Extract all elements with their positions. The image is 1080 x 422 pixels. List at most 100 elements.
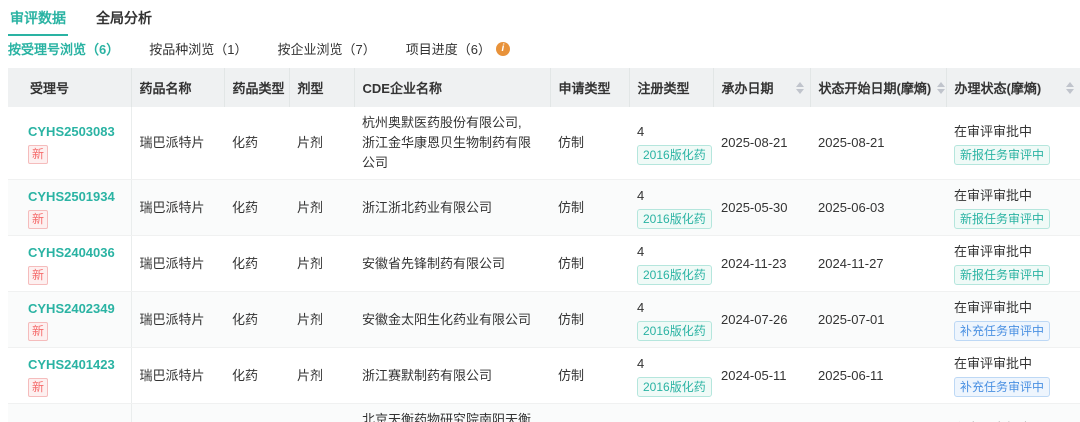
drug-name-cell: 瑞巴派特片 — [131, 235, 224, 292]
dosage-form-cell: 片剂 — [289, 235, 354, 292]
processing-status-badge: 补充任务审评中 — [954, 321, 1051, 341]
col-header-registration-type: 注册类型 — [629, 68, 714, 107]
acceptance-date-cell: 2025-05-30 — [713, 179, 810, 236]
col-header-dosage-form: 剂型 — [289, 68, 355, 107]
acceptance-date-cell: 2024-03-06 — [713, 403, 810, 422]
processing-status-badge: 新报任务审评中 — [954, 265, 1051, 285]
table-row: CYHS2401423 新瑞巴派特片 化药 片剂 浙江赛默制药有限公司 仿制 4 2016版化… — [8, 347, 1080, 404]
application-type-cell: 仿制 — [550, 403, 629, 422]
drug-name-cell: 瑞巴派特片 — [131, 107, 224, 180]
drug-type-cell: 化药 — [224, 403, 289, 422]
top-tabs: 审评数据 全局分析 — [0, 0, 1080, 36]
review-table: 受理号 药品名称 药品类型 剂型 CDE企业名称 申请类型 注册类型 承办日期 … — [8, 68, 1080, 422]
processing-status-badge: 新报任务审评中 — [954, 144, 1051, 165]
application-type-cell: 仿制 — [550, 347, 629, 404]
col-header-drug-name: 药品名称 — [131, 68, 225, 107]
registration-version-badge: 2016版化药 — [637, 321, 712, 341]
status-start-date-cell: 2025-07-01 — [810, 291, 946, 348]
new-badge: 新 — [28, 209, 49, 229]
table-row: CYHS2402349 新瑞巴派特片 化药 片剂 安徽金太阳生化药业有限公司 仿制 4 201… — [8, 291, 1080, 348]
table-header-row: 受理号 药品名称 药品类型 剂型 CDE企业名称 申请类型 注册类型 承办日期 … — [8, 68, 1080, 107]
acceptance-no-link[interactable]: CYHS2402349 — [28, 299, 115, 319]
drug-type-cell: 化药 — [224, 291, 289, 348]
status-start-date-cell: 2025-06-03 — [810, 179, 946, 236]
registration-type-cell: 42016版化药 — [629, 347, 713, 404]
cde-company-cell: 杭州奥默医药股份有限公司, 浙江金华康恩贝生物制药有限公司 — [354, 107, 550, 180]
application-type-cell: 仿制 — [550, 179, 629, 236]
registration-type-value: 4 — [637, 356, 645, 371]
col-header-processing-status: 办理状态(摩熵) — [946, 68, 1080, 107]
acceptance-no-cell: CYHS2404036 新 — [8, 235, 132, 292]
col-header-application-type: 申请类型 — [550, 68, 630, 107]
registration-type-value: 4 — [637, 300, 645, 315]
browse-subtabs: 按受理号浏览（6） 按品种浏览（1） 按企业浏览（7） 项目进度（6） i — [0, 30, 1080, 68]
processing-status-text: 在审评审批中 — [954, 244, 1033, 259]
new-badge: 新 — [28, 145, 49, 164]
registration-type-cell: 4 2016版化药 — [629, 291, 713, 348]
application-type-cell: 仿制 — [550, 235, 629, 292]
drug-type-cell: 化药 — [224, 347, 289, 404]
acceptance-no-link[interactable]: CYHS2503083 — [28, 122, 115, 142]
subtab-project-progress[interactable]: 项目进度（6） i — [406, 39, 510, 58]
processing-status-cell: 在审评审批中补充任务审评完成 — [946, 403, 1080, 422]
registration-type-value: 4 — [637, 244, 645, 259]
dosage-form-cell: 片剂 — [289, 179, 354, 236]
col-header-status-start-date: 状态开始日期(摩熵) — [810, 68, 947, 107]
application-type-cell: 仿制 — [550, 107, 629, 180]
acceptance-no-link[interactable]: CYHS2501934 — [28, 187, 115, 207]
registration-type-cell: 4 2016版化药 — [629, 107, 713, 180]
new-badge: 新 — [28, 377, 49, 397]
acceptance-no-link[interactable]: CYHS2401423 — [28, 355, 115, 375]
acceptance-date-cell: 2025-08-21 — [713, 107, 810, 180]
subtab-by-company[interactable]: 按企业浏览（7） — [277, 39, 375, 58]
processing-status-text: 在审评审批中 — [954, 123, 1033, 139]
dosage-form-cell: 片剂 — [289, 107, 354, 180]
processing-status-cell: 在审评审批中新报任务审评中 — [946, 179, 1080, 236]
drug-name-cell: 瑞巴派特片 — [131, 347, 224, 404]
registration-version-badge: 2016版化药 — [637, 209, 712, 229]
status-start-date-cell: 2024-11-27 — [810, 235, 946, 292]
sort-icon[interactable] — [1065, 81, 1074, 94]
status-start-date-cell: 2025-08-19 — [810, 403, 946, 422]
processing-status-cell: 在审评审批中补充任务审评中 — [946, 291, 1080, 348]
acceptance-no-cell: CYHS2402349 新 — [8, 291, 132, 348]
processing-status-text: 在审评审批中 — [954, 356, 1033, 371]
col-header-acceptance-date: 承办日期 — [713, 68, 811, 107]
info-icon[interactable]: i — [495, 41, 510, 56]
cde-company-cell: 浙江浙北药业有限公司 — [354, 179, 550, 236]
table-row: CYHS2503083 新 瑞巴派特片 化药 片剂 杭州奥默医药股份有限公司, 浙江金华康… — [8, 107, 1080, 180]
drug-type-cell: 化药 — [224, 235, 289, 292]
acceptance-no-cell: CYHS2400779新 — [8, 403, 132, 422]
registration-type-cell: 42016版化药 — [629, 235, 713, 292]
registration-type-cell: 42016版化药 — [629, 403, 713, 422]
cde-company-cell: 浙江赛默制药有限公司 — [354, 347, 550, 404]
registration-type-value: 4 — [637, 123, 645, 139]
acceptance-no-cell: CYHS2401423 新 — [8, 347, 132, 404]
acceptance-no-cell: CYHS2503083 新 — [8, 107, 132, 180]
tab-review-data[interactable]: 审评数据 — [8, 6, 68, 36]
tab-global-analysis[interactable]: 全局分析 — [94, 6, 154, 36]
registration-version-badge: 2016版化药 — [637, 144, 712, 165]
processing-status-badge: 新报任务审评中 — [954, 209, 1051, 229]
new-badge: 新 — [28, 265, 49, 285]
dosage-form-cell: 片剂 — [289, 347, 354, 404]
acceptance-date-cell: 2024-11-23 — [713, 235, 810, 292]
subtab-project-progress-label: 项目进度（6） — [405, 42, 491, 57]
col-header-acceptance-no: 受理号 — [8, 68, 132, 107]
registration-type-cell: 42016版化药 — [629, 179, 713, 236]
processing-status-badge: 补充任务审评中 — [954, 377, 1051, 397]
processing-status-text: 在审评审批中 — [954, 300, 1033, 315]
dosage-form-cell: 片剂 — [289, 291, 354, 348]
subtab-by-acceptance-no[interactable]: 按受理号浏览（6） — [8, 39, 119, 58]
table-row: CYHS2501934 新瑞巴派特片 化药 片剂 浙江浙北药业有限公司 仿制 4 2016版化… — [8, 179, 1080, 236]
processing-status-text: 在审评审批中 — [954, 188, 1033, 203]
registration-type-value: 4 — [637, 419, 705, 422]
subtab-by-variety[interactable]: 按品种浏览（1） — [149, 39, 247, 58]
cde-company-cell: 安徽金太阳生化药业有限公司 — [354, 291, 550, 348]
sort-icon[interactable] — [937, 81, 945, 94]
table-row: CYHS2400779新瑞巴派特片化药片剂北京天衡药物研究院南阳天衡制药 厂仿制… — [8, 403, 1080, 422]
acceptance-no-link[interactable]: CYHS2404036 — [28, 243, 115, 263]
review-data-page: 审评数据 全局分析 按受理号浏览（6） 按品种浏览（1） 按企业浏览（7） 项目… — [0, 0, 1080, 422]
sort-icon[interactable] — [795, 81, 804, 94]
acceptance-date-cell: 2024-05-11 — [713, 347, 810, 404]
